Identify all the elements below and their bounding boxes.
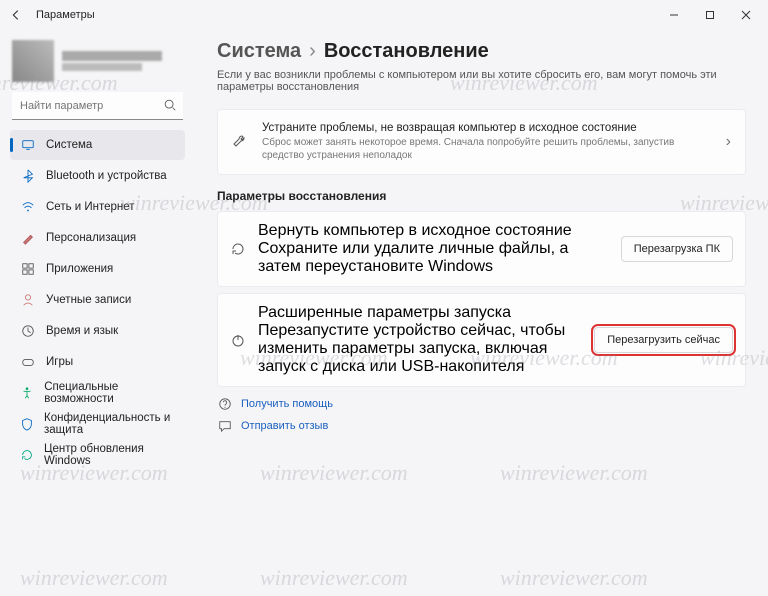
card-title: Устраните проблемы, не возвращая компьют…	[262, 122, 712, 134]
sidebar-item-label: Система	[46, 139, 92, 151]
sidebar-item-label: Игры	[46, 356, 73, 368]
page-subtitle: Если у вас возникли проблемы с компьютер…	[217, 69, 746, 93]
breadcrumb: Система › Восстановление	[217, 40, 746, 63]
sidebar-item-label: Приложения	[46, 263, 113, 275]
sidebar-item-accessibility[interactable]: Специальные возможности	[10, 378, 185, 408]
link-label: Отправить отзыв	[241, 420, 328, 432]
nav-list: Система Bluetooth и устройства Сеть и Ин…	[10, 130, 185, 470]
search-input[interactable]	[12, 92, 183, 120]
close-button[interactable]	[728, 2, 764, 28]
sidebar-item-network[interactable]: Сеть и Интернет	[10, 192, 185, 222]
maximize-button[interactable]	[692, 2, 728, 28]
chevron-right-icon: ›	[309, 40, 316, 63]
row-title: Вернуть компьютер в исходное состояние	[258, 222, 609, 240]
help-icon	[217, 397, 233, 411]
reset-icon	[230, 241, 246, 257]
sidebar-item-label: Учетные записи	[46, 294, 131, 306]
sidebar-item-label: Сеть и Интернет	[46, 201, 135, 213]
sidebar-item-apps[interactable]: Приложения	[10, 254, 185, 284]
sidebar-item-privacy[interactable]: Конфиденциальность и защита	[10, 409, 185, 439]
wrench-icon	[232, 134, 248, 150]
clock-icon	[20, 323, 36, 339]
row-desc: Перезапустите устройство сейчас, чтобы и…	[258, 322, 582, 376]
troubleshoot-card[interactable]: Устраните проблемы, не возвращая компьют…	[217, 109, 746, 175]
page-title: Восстановление	[324, 40, 489, 63]
sidebar-item-label: Bluetooth и устройства	[46, 170, 167, 182]
sidebar-item-label: Специальные возможности	[44, 381, 175, 405]
brush-icon	[20, 230, 36, 246]
reset-pc-button[interactable]: Перезагрузка ПК	[621, 236, 733, 262]
account-icon	[20, 292, 36, 308]
link-label: Получить помощь	[241, 398, 333, 410]
advanced-startup-row: Расширенные параметры запуска Перезапуст…	[217, 293, 746, 387]
sidebar-item-label: Конфиденциальность и защита	[44, 412, 175, 436]
sidebar-item-accounts[interactable]: Учетные записи	[10, 285, 185, 315]
feedback-link[interactable]: Отправить отзыв	[217, 419, 746, 433]
wifi-icon	[20, 199, 36, 215]
sidebar: Система Bluetooth и устройства Сеть и Ин…	[0, 30, 195, 596]
bluetooth-icon	[20, 168, 36, 184]
restart-now-button[interactable]: Перезагрузить сейчас	[594, 327, 733, 353]
window-title: Параметры	[36, 9, 95, 21]
settings-window: Параметры Система Bluetooth и устройства…	[0, 0, 768, 596]
avatar	[12, 40, 54, 82]
sidebar-item-gaming[interactable]: Игры	[10, 347, 185, 377]
sidebar-item-label: Центр обновления Windows	[44, 443, 175, 467]
content-pane: Система › Восстановление Если у вас возн…	[195, 30, 768, 596]
apps-icon	[20, 261, 36, 277]
sidebar-item-label: Время и язык	[46, 325, 118, 337]
user-account-header[interactable]	[10, 36, 185, 92]
sidebar-item-label: Персонализация	[46, 232, 136, 244]
reset-pc-row: Вернуть компьютер в исходное состояние С…	[217, 211, 746, 287]
feedback-icon	[217, 419, 233, 433]
sidebar-item-personalization[interactable]: Персонализация	[10, 223, 185, 253]
row-title: Расширенные параметры запуска	[258, 304, 582, 322]
system-icon	[20, 137, 36, 153]
search-box[interactable]	[12, 92, 183, 120]
shield-icon	[20, 416, 34, 432]
power-icon	[230, 332, 246, 348]
chevron-right-icon: ›	[726, 133, 731, 151]
titlebar: Параметры	[0, 0, 768, 30]
sidebar-item-bluetooth[interactable]: Bluetooth и устройства	[10, 161, 185, 191]
row-desc: Сохраните или удалите личные файлы, а за…	[258, 240, 609, 276]
get-help-link[interactable]: Получить помощь	[217, 397, 746, 411]
breadcrumb-root[interactable]: Система	[217, 40, 301, 63]
sidebar-item-time[interactable]: Время и язык	[10, 316, 185, 346]
section-header: Параметры восстановления	[217, 189, 746, 203]
gaming-icon	[20, 354, 36, 370]
card-desc: Сброс может занять некоторое время. Снач…	[262, 136, 712, 162]
sidebar-item-update[interactable]: Центр обновления Windows	[10, 440, 185, 470]
back-button[interactable]	[4, 3, 28, 27]
minimize-button[interactable]	[656, 2, 692, 28]
update-icon	[20, 447, 34, 463]
accessibility-icon	[20, 385, 34, 401]
search-icon	[163, 98, 177, 117]
sidebar-item-system[interactable]: Система	[10, 130, 185, 160]
